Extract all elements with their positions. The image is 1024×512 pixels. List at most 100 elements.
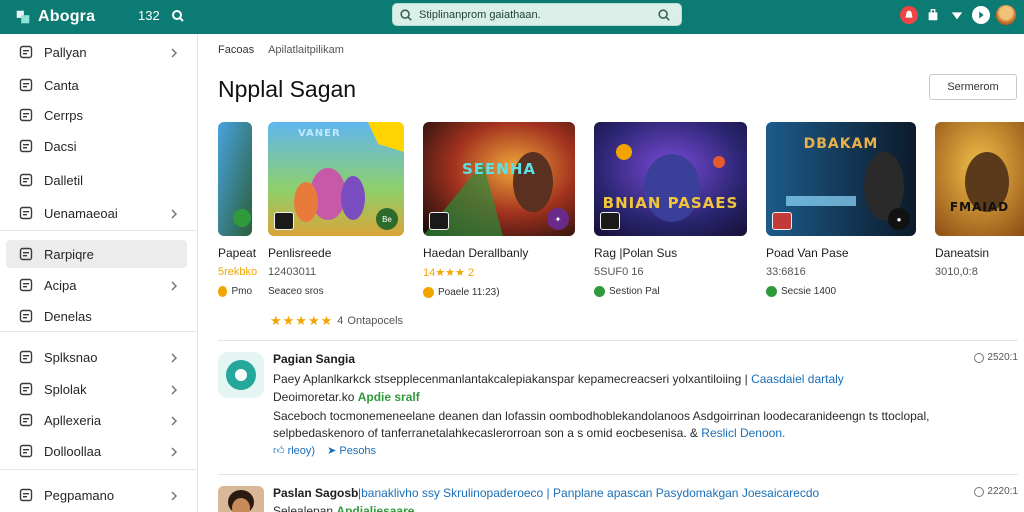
star-icon: [18, 412, 34, 428]
wifi-icon: [951, 12, 963, 20]
search-bar[interactable]: [392, 3, 682, 26]
app-card[interactable]: FMAIAD Daneatsin 3010,0:8: [935, 122, 1024, 278]
list-item[interactable]: Paslan Sagosb 2220:1 |banaklivho ssy Skr…: [218, 486, 1018, 512]
sidebar-item[interactable]: Apllexeria: [6, 406, 187, 434]
table-icon: [18, 381, 34, 397]
app-icon: [18, 246, 34, 262]
list-item-title[interactable]: Pagian Sangia: [273, 352, 355, 366]
card-name: Rag |Polan Sus: [594, 246, 678, 260]
card-meta: 14★★★ 2: [423, 267, 474, 279]
rating-label[interactable]: Ontapocels: [347, 315, 403, 327]
search-icon[interactable]: [170, 8, 186, 24]
sidebar-item[interactable]: Rarpiqre: [6, 240, 187, 268]
list-item-title[interactable]: Paslan Sagosb: [273, 486, 358, 500]
sort-select[interactable]: Sermerom: [929, 74, 1017, 100]
app-card[interactable]: SEENHA ✦ Haedan Derallbanly 14★★★ 2 Poae…: [423, 122, 575, 298]
card-thumbnail: SEENHA ✦: [423, 122, 575, 236]
edit-icon: [18, 107, 34, 123]
sort-select-label: Sermerom: [947, 81, 999, 93]
sidebar-item-label: Acipa: [44, 277, 77, 293]
sidebar-item-label: Splksnao: [44, 349, 98, 365]
play-icon: [979, 11, 984, 19]
clock-icon: [974, 352, 985, 363]
card-meta: 5rekbko: [218, 266, 258, 278]
thumbs-up-icon: 👍︎: [273, 445, 285, 457]
user-avatar[interactable]: [996, 5, 1016, 25]
sidebar-item[interactable]: Dacsi: [6, 132, 187, 160]
card-status: Pmo: [218, 286, 252, 297]
breadcrumb-item[interactable]: Facoas: [218, 44, 254, 56]
sidebar-item-label: Canta: [44, 77, 79, 93]
share-action[interactable]: ➤ Pesohs: [327, 444, 376, 457]
layers-icon: [18, 443, 34, 459]
sidebar-item[interactable]: Splksnao: [6, 343, 187, 371]
brand-name: Abogra: [38, 8, 96, 25]
sidebar-item-label: Dolloollaa: [44, 443, 102, 459]
chevron-right-icon: [169, 414, 179, 426]
divider: [218, 474, 1018, 475]
search-submit-icon[interactable]: [657, 8, 671, 22]
sidebar-item[interactable]: Dalletil: [6, 166, 187, 194]
sidebar-item[interactable]: Splolak: [6, 375, 187, 403]
sidebar-item[interactable]: Pegpamano: [6, 481, 187, 509]
list-item-description: Saceboch tocmonemeneelane deanen dan lof…: [273, 409, 930, 423]
play-button[interactable]: [972, 6, 990, 24]
sidebar-item-label: Uenamaeoai: [44, 205, 118, 221]
list-item-link[interactable]: |banaklivho ssy Skrulinopaderoeco | Panp…: [358, 486, 819, 500]
status-dot-icon: [423, 287, 434, 298]
card-thumbnail: VANER Be: [268, 122, 404, 236]
card-art-title: FMAIAD: [949, 200, 1010, 214]
card-status: Secsie 1400: [766, 286, 916, 297]
card-status: Sestion Pal: [594, 286, 747, 297]
notification-button[interactable]: [900, 6, 918, 24]
card-meta: 5SUF0 16: [594, 266, 644, 278]
chevron-right-icon: [169, 489, 179, 501]
folder-icon: [18, 487, 34, 503]
app-card[interactable]: DBAKAM ● Poad Van Pase 33:6816 Secsie 14…: [766, 122, 916, 297]
app-icon: [218, 352, 264, 398]
list-item-link[interactable]: Caasdaiel dartaly: [751, 372, 844, 386]
search-input[interactable]: [419, 8, 659, 21]
chevron-right-icon: [169, 445, 179, 457]
status-dot-icon: [218, 286, 228, 297]
app-card[interactable]: BNIAN PASAES Rag |Polan Sus 5SUF0 16 Ses…: [594, 122, 747, 297]
card-status: Seaceo sros: [268, 286, 324, 297]
top-bar: Abogra 132: [0, 0, 1024, 34]
sidebar-item[interactable]: Uenamaeoai: [6, 199, 187, 227]
verified-badge-icon: ✦: [547, 208, 569, 230]
sidebar-item-label: Denelas: [44, 308, 92, 324]
rating-badge-icon: [429, 212, 449, 230]
rating-badge-icon: [772, 212, 792, 230]
home-icon: [18, 44, 34, 60]
breadcrumb-item[interactable]: Apilatlaitpilikam: [268, 44, 344, 56]
wifi-button[interactable]: [948, 6, 966, 24]
list-item[interactable]: Pagian Sangia 2520:1 Paey Aplanlkarkck s…: [218, 352, 1018, 470]
sidebar-item[interactable]: Dolloollaa: [6, 437, 187, 465]
list-item-line: Selealepan Apdialiesaare: [273, 504, 415, 512]
card-art-title: SEENHA: [461, 160, 536, 178]
chevron-right-icon: [169, 46, 179, 58]
card-status: Poaele 11:23): [423, 287, 575, 298]
sidebar-divider: [0, 230, 198, 231]
sidebar-item[interactable]: Pallyan: [6, 38, 187, 66]
chevron-right-icon: [169, 207, 179, 219]
list-item-line: Deoimoretar.ko Apdie sralf: [273, 390, 420, 404]
app-card[interactable]: Papeat 5rekbko Pmo: [218, 122, 258, 297]
like-action[interactable]: 👍︎ rleoy): [273, 444, 315, 457]
card-name: Daneatsin: [935, 246, 990, 260]
store-icon: [928, 9, 938, 21]
list-item-link[interactable]: Reslicl Denoon.: [701, 426, 785, 440]
list-item-actions: 👍︎ rleoy) ➤ Pesohs: [273, 444, 376, 457]
sidebar-item[interactable]: Canta: [6, 71, 187, 99]
sidebar-item[interactable]: Acipa: [6, 271, 187, 299]
store-button[interactable]: [924, 6, 942, 24]
clock-icon: [974, 486, 985, 497]
search-icon: [400, 8, 412, 21]
home-icon: [18, 277, 34, 293]
app-logo-icon: [16, 10, 30, 24]
sidebar: Pallyan Canta Cerrps Dacsi Dalletil Uenamaeoa…: [0, 34, 198, 512]
sidebar-item[interactable]: Denelas: [6, 302, 187, 330]
sidebar-item[interactable]: Cerrps: [6, 101, 187, 129]
app-card[interactable]: VANER Be Penlisreede 12403011 Seaceo sro…: [268, 122, 404, 297]
brand[interactable]: Abogra: [14, 8, 95, 26]
